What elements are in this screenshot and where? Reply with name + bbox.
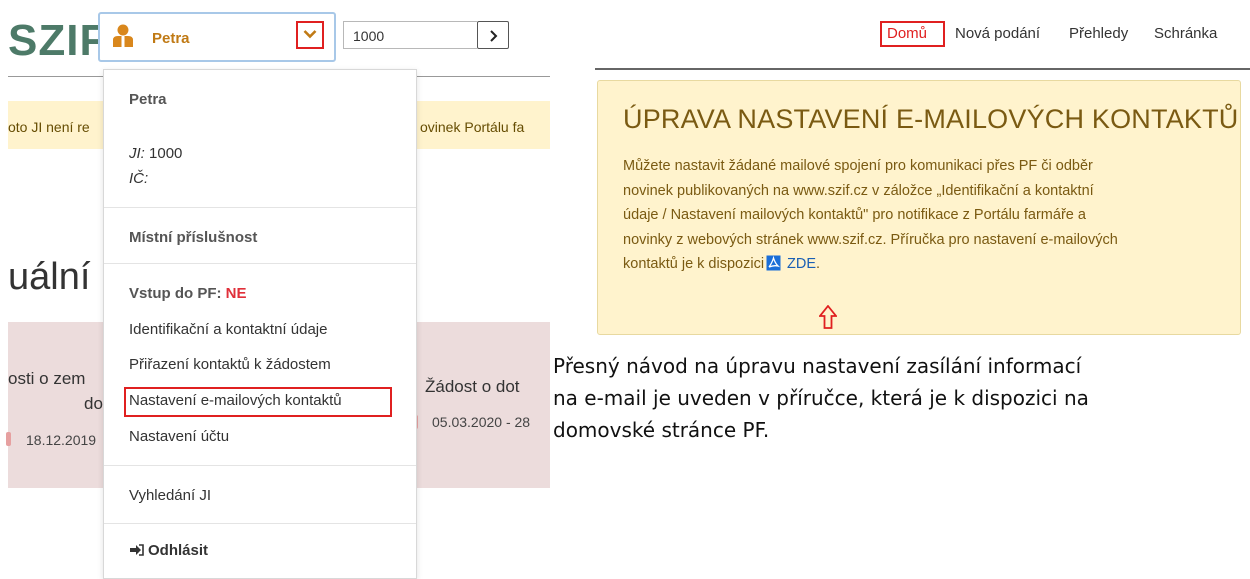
chevron-right-icon [490,30,498,42]
guide-link[interactable]: ZDE [787,256,816,272]
alert-text: ovinek Portálu fa [420,119,525,135]
notice-body: Můžete nastavit žádané mailové spojení p… [623,154,1223,277]
notice-line: novinky z webových stránek www.szif.cz. … [623,231,1118,248]
szif-logo[interactable]: SZIF [8,16,107,66]
pdf-icon[interactable] [766,255,781,271]
user-name: Petra [152,30,190,47]
vstup-label: Vstup do PF: [129,285,222,302]
nav-inbox[interactable]: Schránka [1154,25,1217,42]
notice-line-text: kontaktů je k dispozici [623,256,765,272]
guide-line: na e-mail je uveden v příručce, která je… [553,386,1089,410]
guide-text: Přesný návod na úpravu nastavení zasílán… [553,350,1250,446]
dropdown-ji: JI: 1000 [129,145,182,162]
vstup-status: NE [225,285,247,302]
card-date: 18.12.2019 [26,432,97,448]
ji-input[interactable]: 1000 [343,21,477,49]
card-date: 05.03.2020 - 28 [432,414,531,430]
notice-line-end: . [816,256,821,272]
notice-title: ÚPRAVA NASTAVENÍ E-MAILOVÝCH KONTAKTŮ [623,104,1239,134]
nav-reviews[interactable]: Přehledy [1069,25,1128,42]
menu-item-account-settings[interactable]: Nastavení účtu [129,428,229,445]
menu-item-identification[interactable]: Identifikační a kontaktní údaje [129,321,327,338]
divider [595,68,1250,70]
logout-icon [130,544,144,556]
ji-label: JI: [129,145,145,162]
menu-item-highlight [124,387,392,417]
divider [104,465,416,466]
user-icon [113,24,133,47]
logout-button[interactable]: Odhlásit [129,542,208,559]
nav-home[interactable]: Domů [887,25,927,42]
ji-value: 1000 [149,145,183,162]
notice-line: novinek publikovaných na www.szif.cz v z… [623,182,1094,199]
guide-line: domovské stránce PF. [553,418,770,442]
notice-line: kontaktů je k dispozici ZDE. [623,252,1223,277]
divider [104,523,416,524]
nav-new-submissions[interactable]: Nová podání [955,25,1040,42]
notice-line: údaje / Nastavení mailových kontaktů" pr… [623,207,1086,223]
divider [104,207,416,208]
chevron-down-icon[interactable] [303,29,317,39]
dropdown-vstup-pf: Vstup do PF: NE [129,285,247,302]
guide-line: Přesný návod na úpravu nastavení zasílán… [553,354,1082,378]
dropdown-mistni-prislusnost[interactable]: Místní příslušnost [129,229,257,246]
card-title: osti o zem [8,369,86,388]
status-dot [6,432,11,446]
notice-line: Můžete nastavit žádané mailové spojení p… [623,158,1093,174]
dropdown-ic: IČ: [129,170,149,187]
arrow-up-icon [819,305,837,329]
menu-item-contact-assignment[interactable]: Přiřazení kontaktů k žádostem [129,356,331,373]
card-title: do [84,394,103,413]
section-heading: uální [8,256,91,298]
dropdown-user-name: Petra [129,91,167,108]
card-title: Žádost o dot [425,377,520,396]
menu-item-search-ji[interactable]: Vyhledání JI [129,487,211,504]
logout-label: Odhlásit [148,542,209,559]
divider [104,263,416,264]
ji-go-button[interactable] [477,21,509,49]
alert-text: oto JI není re [8,119,90,135]
